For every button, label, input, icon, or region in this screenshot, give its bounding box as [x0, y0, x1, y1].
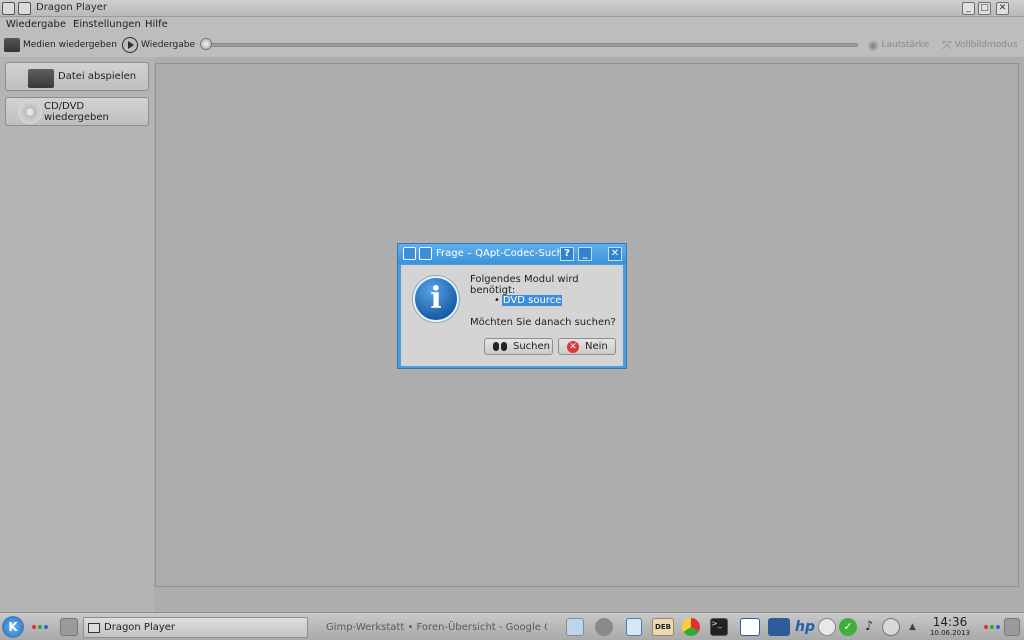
toolbar: Medien wiedergeben Wiedergabe ◉ Lautstär… — [0, 33, 1024, 57]
window-menu-icon[interactable] — [2, 2, 15, 15]
disc-icon — [18, 100, 42, 124]
media-icon — [4, 38, 20, 52]
clock-date: 10.06.2013 — [929, 629, 971, 637]
volume-tray-icon[interactable]: ♪ — [860, 618, 878, 636]
chrome-launcher-icon[interactable] — [682, 618, 700, 636]
pin-icon[interactable] — [18, 2, 31, 15]
presentation-icon[interactable] — [768, 618, 790, 636]
writer-icon[interactable] — [740, 618, 760, 636]
play-media-label: Medien wiedergeben — [23, 40, 118, 50]
maximize-button[interactable]: □ — [978, 2, 991, 15]
volume-label: Lautstärke — [881, 40, 930, 50]
volume-button[interactable]: ◉ Lautstärke — [868, 37, 929, 53]
minimize-button[interactable]: _ — [962, 2, 975, 15]
no-button-label: Nein — [585, 341, 608, 352]
taskbar: K Dragon Player Gimp-Werkstatt • Foren-Ü… — [0, 612, 1024, 640]
menu-hilfe[interactable]: Hilfe — [145, 19, 168, 30]
activity-dots-right-icon[interactable] — [984, 625, 1000, 629]
dialog-title: Frage – QApt-Codec-Suche — [436, 248, 570, 259]
dialog-message-question: Möchten Sie danach suchen? — [470, 317, 616, 328]
activity-dots-icon[interactable] — [32, 625, 48, 629]
close-button[interactable]: ✕ — [996, 2, 1009, 15]
bullet-icon: • — [494, 295, 500, 306]
play-label: Wiedergabe — [141, 40, 196, 50]
task-browser-label: Gimp-Werkstatt • Foren-Übersicht - Googl… — [326, 622, 547, 633]
dialog-message-required: Folgendes Modul wird benötigt: — [470, 274, 579, 296]
updates-ok-icon[interactable]: ✓ — [839, 618, 857, 636]
network-icon[interactable] — [818, 618, 836, 636]
menu-einstellungen[interactable]: Einstellungen — [73, 19, 141, 30]
fullscreen-button[interactable]: ⤧ Vollbildmodus — [942, 37, 1017, 53]
desktop-pager-icon[interactable] — [60, 618, 78, 636]
dragon-player-icon — [88, 622, 100, 633]
play-file-label: Datei abspielen — [58, 71, 137, 82]
terminal-icon[interactable]: >_ — [710, 618, 728, 636]
play-disc-button[interactable]: CD/DVD wiedergeben — [5, 97, 149, 126]
task-dragon-player-label: Dragon Player — [104, 622, 176, 633]
dialog-minimize-button[interactable]: _ — [578, 247, 592, 261]
left-panel: Datei abspielen CD/DVD wiedergeben — [0, 57, 154, 612]
menubar: Wiedergabe Einstellungen Hilfe — [0, 17, 1024, 33]
clock-time: 14:36 — [932, 615, 968, 629]
dialog-body: i Folgendes Modul wird benötigt: • DVD s… — [401, 265, 623, 366]
fullscreen-icon: ⤧ — [942, 37, 952, 52]
fullscreen-label: Vollbildmodus — [954, 40, 1018, 50]
folder-icon — [28, 69, 54, 88]
position-slider-handle[interactable] — [200, 38, 212, 50]
window-titlebar: Dragon Player _ □ ✕ — [0, 0, 1024, 17]
play-icon — [122, 37, 138, 53]
network-manager-icon[interactable] — [882, 618, 900, 636]
menu-wiedergabe[interactable]: Wiedergabe — [6, 19, 66, 30]
file-manager-icon[interactable] — [566, 618, 584, 636]
dialog-close-button[interactable]: ✕ — [608, 247, 622, 261]
text-editor-icon[interactable] — [626, 618, 642, 636]
play-disc-label: CD/DVD wiedergeben — [44, 100, 109, 123]
play-button[interactable]: Wiedergabe — [122, 37, 195, 53]
show-desktop-icon[interactable] — [1004, 618, 1020, 636]
kde-menu-icon[interactable]: K — [2, 616, 24, 638]
dialog-pin-icon[interactable] — [419, 247, 432, 260]
module-list-item: • DVD source — [494, 295, 563, 306]
hp-icon[interactable]: hp — [795, 618, 815, 636]
cancel-icon: ✕ — [567, 340, 579, 353]
search-button[interactable]: Suchen — [484, 338, 553, 355]
no-button[interactable]: ✕ Nein — [558, 338, 616, 355]
gimp-icon[interactable] — [595, 618, 613, 636]
chevron-up-icon[interactable]: ▲ — [909, 618, 921, 636]
module-name[interactable]: DVD source — [501, 295, 563, 306]
deb-installer-icon[interactable]: DEB — [652, 618, 674, 636]
binoculars-icon — [493, 342, 507, 351]
clock[interactable]: 14:36 10.06.2013 — [928, 615, 972, 637]
search-button-label: Suchen — [513, 341, 551, 352]
volume-icon: ◉ — [868, 38, 879, 52]
window-title: Dragon Player — [36, 2, 108, 13]
info-icon: i — [413, 276, 459, 322]
position-slider[interactable] — [206, 43, 858, 47]
codec-search-dialog: Frage – QApt-Codec-Suche ? _ ✕ i Folgend… — [397, 243, 627, 369]
dialog-app-icon[interactable] — [403, 247, 416, 260]
task-browser[interactable]: Gimp-Werkstatt • Foren-Übersicht - Googl… — [318, 617, 547, 638]
dialog-help-button[interactable]: ? — [560, 247, 574, 261]
play-file-button[interactable]: Datei abspielen — [5, 62, 149, 91]
dialog-titlebar: Frage – QApt-Codec-Suche ? _ ✕ — [398, 244, 626, 264]
task-dragon-player[interactable]: Dragon Player — [83, 617, 308, 638]
play-media-button[interactable]: Medien wiedergeben — [4, 37, 117, 53]
